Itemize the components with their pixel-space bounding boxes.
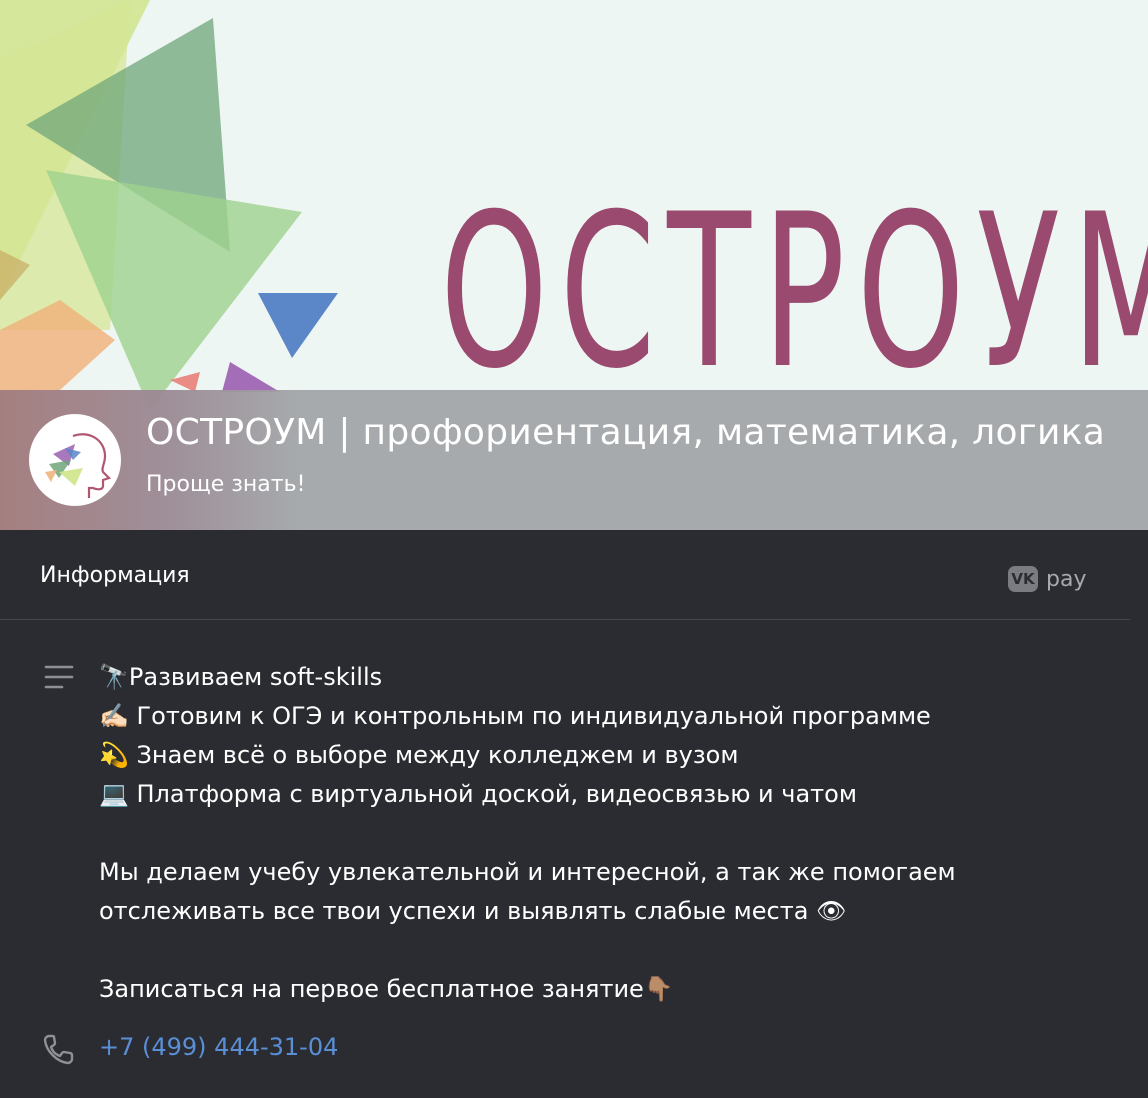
description-line: Записаться на первое бесплатное занятие👇… (99, 975, 674, 1003)
avatar[interactable] (29, 414, 121, 506)
group-page: ОСТРОУМ ОСТРОУМ | профориентация, матема… (0, 0, 1148, 1098)
phone-link[interactable]: +7 (499) 444-31-04 (99, 1033, 338, 1061)
group-name: ОСТРОУМ | профориентация, математика, ло… (146, 412, 1106, 453)
group-header: ОСТРОУМ | профориентация, математика, ло… (0, 390, 1148, 530)
text-lines-icon (44, 665, 74, 689)
description-line: 🔭Развиваем soft-skills (99, 663, 383, 691)
vk-logo-icon: VK (1008, 566, 1038, 592)
phone-icon (43, 1034, 74, 1065)
group-description: 🔭Развиваем soft-skills ✍🏻 Готовим к ОГЭ … (99, 658, 1109, 1009)
info-title: Информация (40, 563, 190, 588)
head-with-triangles-logo-icon (45, 433, 112, 498)
vkpay-button[interactable]: VK pay (1008, 566, 1086, 592)
description-blank-line (99, 931, 1109, 970)
description-line: 💫 Знаем всё о выборе между колледжем и в… (99, 741, 739, 769)
description-blank-line (99, 814, 1109, 853)
description-line: Мы делаем учебу увлекательной и интересн… (99, 858, 956, 886)
description-line: отслеживать все твои успехи и выявлять с… (99, 897, 847, 925)
cover-brand-word: ОСТРОУМ (440, 168, 1148, 415)
group-status: Проще знать! (146, 472, 306, 497)
info-header: Информация VK pay (0, 530, 1130, 620)
description-line: 💻 Платформа с виртуальной доской, видеос… (99, 780, 857, 808)
vkpay-label: pay (1046, 566, 1087, 592)
description-line: ✍🏻 Готовим к ОГЭ и контрольным по индиви… (99, 702, 931, 730)
